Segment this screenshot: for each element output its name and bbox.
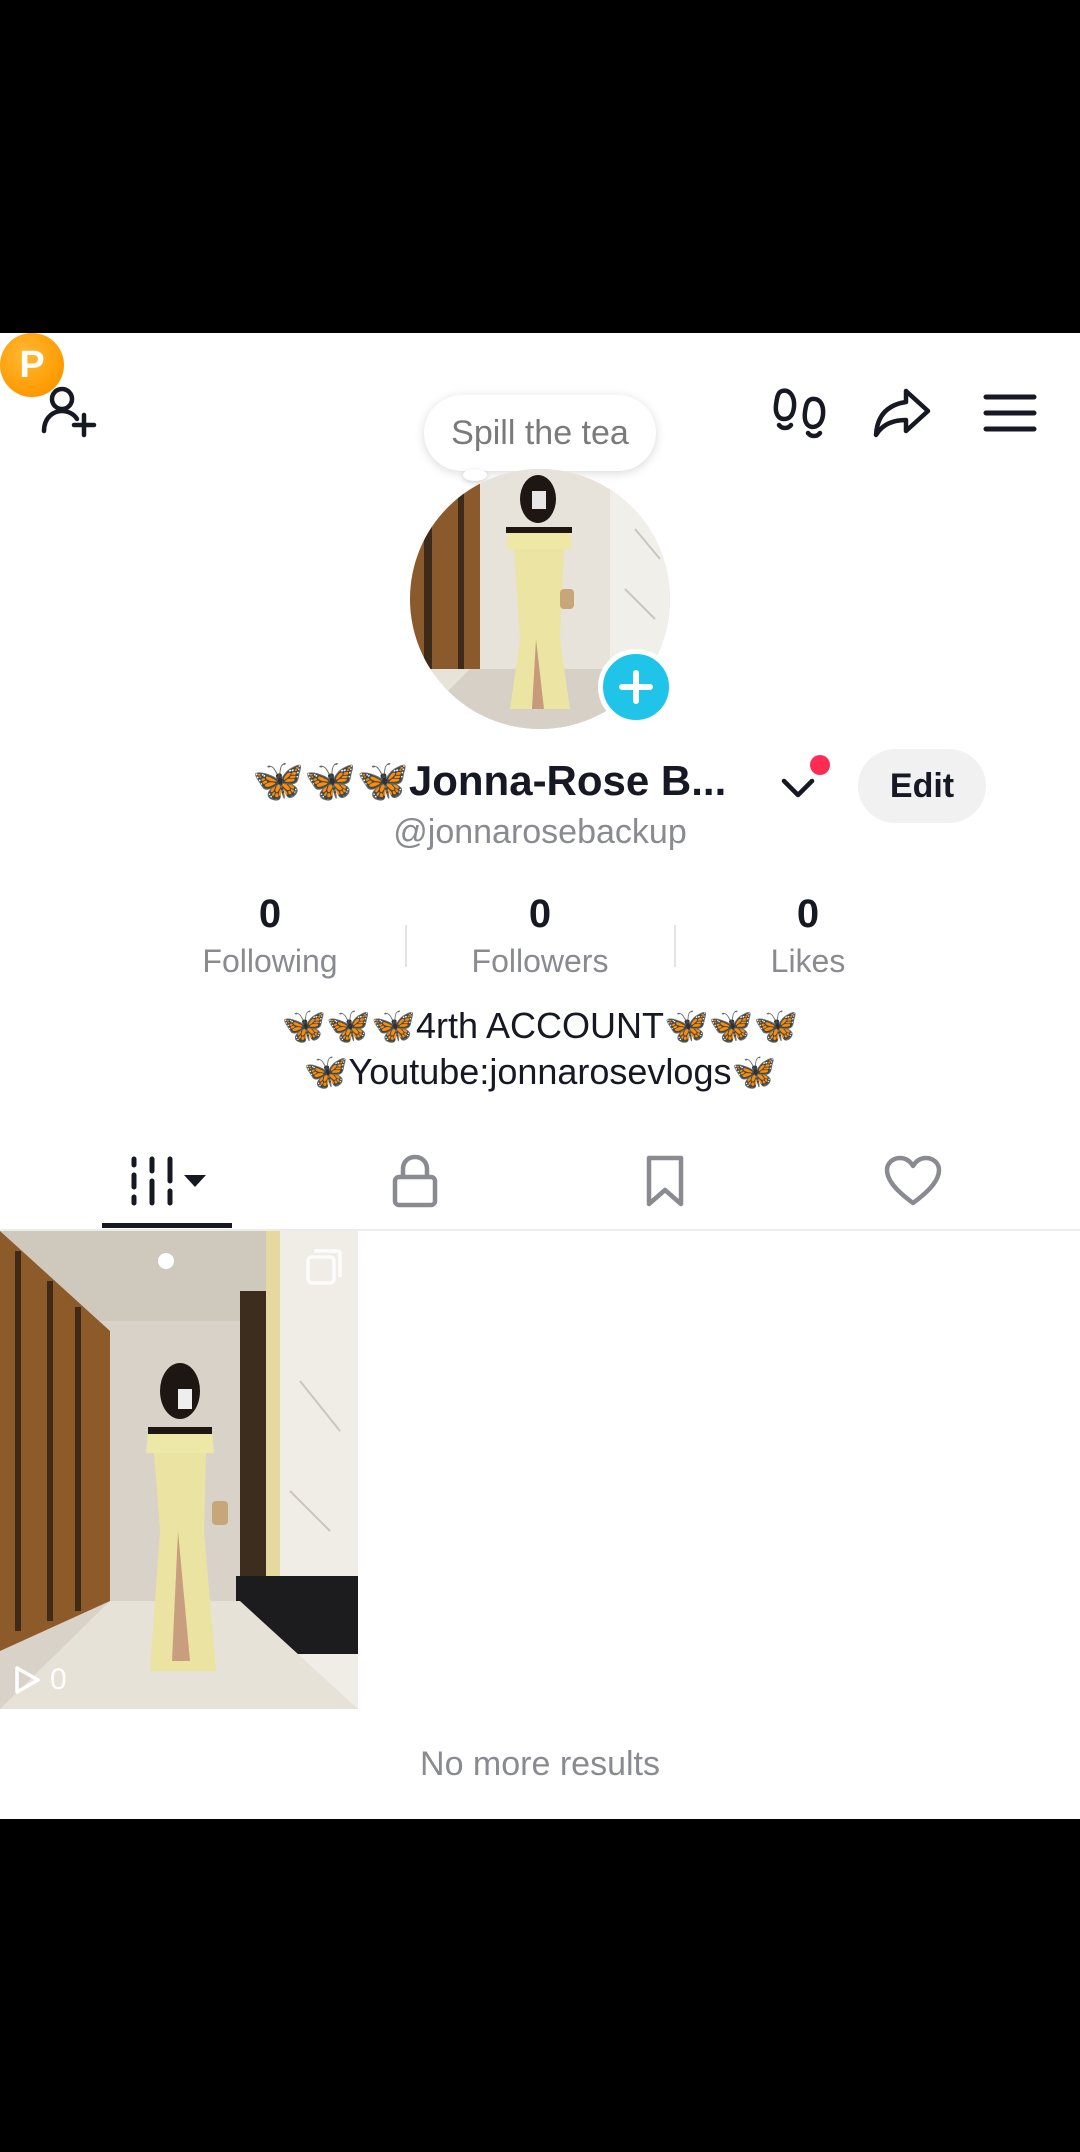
share-icon[interactable] <box>862 373 942 453</box>
followers-count: 0 <box>528 892 552 936</box>
footprint-icon[interactable] <box>760 373 840 453</box>
bio-line-1: 🦋🦋🦋4rth ACCOUNT🦋🦋🦋 <box>0 1003 1080 1049</box>
display-name-text: Jonna-Rose B... <box>408 757 727 804</box>
stat-following[interactable]: 0 Following <box>140 889 400 983</box>
video-views: 0 <box>12 1663 67 1697</box>
tab-saved[interactable] <box>530 1133 800 1229</box>
view-count: 0 <box>50 1663 67 1696</box>
stat-divider <box>674 925 676 967</box>
bookmark-icon <box>646 1155 684 1207</box>
bubble-tail <box>463 469 487 481</box>
bio-text: Youtube:jonnarosevlogs <box>348 1051 732 1092</box>
lock-icon <box>392 1154 438 1208</box>
spill-the-tea-bubble[interactable]: Spill the tea <box>424 395 656 471</box>
play-icon <box>15 1666 40 1694</box>
username: @jonnarosebackup <box>393 813 687 851</box>
bio-line-2: 🦋Youtube:jonnarosevlogs🦋 <box>0 1049 1080 1095</box>
content-tabs <box>0 1133 1080 1231</box>
followers-label: Followers <box>471 943 609 979</box>
display-name[interactable]: 🦋🦋🦋Jonna-Rose B... <box>252 757 726 806</box>
stat-followers[interactable]: 0 Followers <box>410 889 670 983</box>
add-story-button[interactable] <box>598 649 674 725</box>
tab-indicator <box>102 1223 232 1228</box>
tab-videos[interactable] <box>32 1133 302 1229</box>
no-more-results: No more results <box>420 1745 660 1783</box>
tooltip-text: Spill the tea <box>451 413 629 452</box>
tab-private[interactable] <box>280 1133 550 1229</box>
bio-emoji: 🦋🦋🦋 <box>281 1005 416 1046</box>
profile-page: P Spill the tea 🦋🦋🦋Jonna-Rose B... Edit … <box>0 333 1080 1819</box>
bio-emoji: 🦋🦋🦋 <box>664 1005 799 1046</box>
edit-profile-button[interactable]: Edit <box>858 749 986 823</box>
bio: 🦋🦋🦋4rth ACCOUNT🦋🦋🦋 🦋Youtube:jonnarosevlo… <box>0 1003 1080 1095</box>
stat-likes[interactable]: 0 Likes <box>678 889 938 983</box>
tab-liked[interactable] <box>778 1133 1048 1229</box>
display-name-emoji: 🦋🦋🦋 <box>252 757 409 804</box>
menu-icon[interactable] <box>970 373 1050 453</box>
stats-row: 0 Following 0 Followers 0 Likes <box>0 889 1080 999</box>
bio-emoji: 🦋 <box>303 1051 349 1092</box>
multi-media-icon <box>304 1247 344 1287</box>
likes-count: 0 <box>796 892 820 936</box>
likes-label: Likes <box>770 943 846 979</box>
stat-divider <box>405 925 407 967</box>
following-label: Following <box>202 943 338 979</box>
heart-icon <box>884 1155 942 1206</box>
add-friend-icon[interactable] <box>30 373 110 453</box>
video-image <box>0 1231 358 1709</box>
video-thumbnail[interactable]: 0 <box>0 1231 358 1709</box>
screen: P Spill the tea 🦋🦋🦋Jonna-Rose B... Edit … <box>0 0 1080 2152</box>
notification-dot <box>810 755 830 775</box>
name-row: 🦋🦋🦋Jonna-Rose B... Edit <box>0 743 1080 823</box>
following-count: 0 <box>258 892 282 936</box>
bio-emoji: 🦋 <box>731 1051 777 1092</box>
bio-text: 4rth ACCOUNT <box>415 1005 665 1046</box>
grid-icon <box>131 1156 206 1206</box>
chevron-down-icon[interactable] <box>778 773 818 803</box>
